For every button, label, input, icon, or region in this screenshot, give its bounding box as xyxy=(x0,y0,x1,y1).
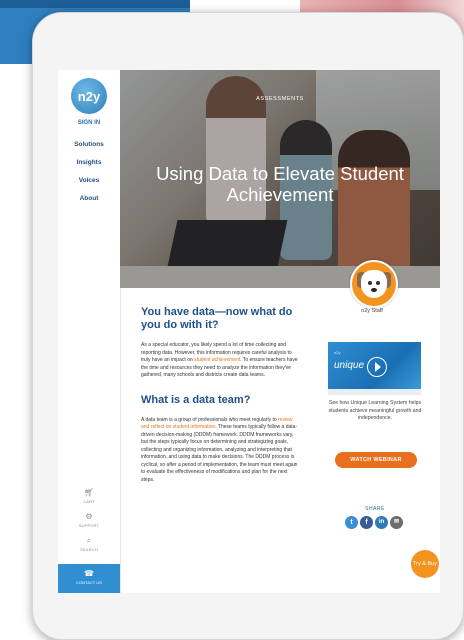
webinar-video-thumbnail[interactable]: n2y unique xyxy=(328,342,421,395)
nav-voices[interactable]: Voices xyxy=(58,177,120,184)
section-heading: You have data—now what do you do with it… xyxy=(141,306,293,331)
avatar-eye xyxy=(368,281,372,285)
try-and-buy-button[interactable]: Try & Buy xyxy=(411,550,439,578)
linkedin-icon[interactable]: in xyxy=(375,516,388,529)
video-strip xyxy=(328,389,421,395)
article-paragraph: As a special educator, you likely spend … xyxy=(141,342,299,380)
search-label: SEARCH xyxy=(80,547,98,552)
headset-icon: ☎︎ xyxy=(84,569,94,578)
tablet-screen: n2y SIGN IN Solutions Insights Voices Ab… xyxy=(58,70,440,593)
cart-icon: 🛒︎ xyxy=(83,488,95,497)
section-heading: What is a data team? xyxy=(141,393,251,406)
cart-button[interactable]: 🛒︎ CART xyxy=(58,488,120,504)
share-label: SHARE xyxy=(365,506,385,512)
article-paragraph: A data team is a group of professionals … xyxy=(141,417,299,485)
contact-us-button[interactable]: ☎︎ CONTACT US xyxy=(58,564,120,593)
play-icon[interactable] xyxy=(367,357,387,377)
page-title: Using Data to Elevate Student Achievemen… xyxy=(156,163,404,205)
twitter-icon[interactable]: t xyxy=(345,516,358,529)
avatar-eye xyxy=(376,281,380,285)
n2y-logo[interactable]: n2y xyxy=(71,78,107,114)
paragraph-text: . These teams typically follow a data-dr… xyxy=(141,424,298,483)
support-button[interactable]: ⚙︎ SUPPORT xyxy=(58,512,120,528)
nav-insights[interactable]: Insights xyxy=(58,159,120,166)
watch-webinar-button[interactable]: WATCH WEBINAR xyxy=(335,452,417,468)
share-icons: t f in ✉︎ xyxy=(345,516,405,530)
video-brand-small: n2y xyxy=(334,350,341,355)
nav-solutions[interactable]: Solutions xyxy=(58,141,120,148)
email-icon[interactable]: ✉︎ xyxy=(390,516,403,529)
hero-image: ASSESSMENTS Using Data to Elevate Studen… xyxy=(120,70,440,288)
contact-us-label: CONTACT US xyxy=(76,580,102,585)
facebook-icon[interactable]: f xyxy=(360,516,373,529)
avatar-nose xyxy=(371,288,377,292)
nav-about[interactable]: About xyxy=(58,195,120,202)
avatar-face xyxy=(361,270,387,298)
hero-category[interactable]: ASSESSMENTS xyxy=(120,96,440,102)
author-avatar xyxy=(350,260,398,308)
paragraph-text: A data team is a group of professionals … xyxy=(141,416,279,423)
background-stripe xyxy=(0,0,190,8)
video-brand: unique xyxy=(334,360,365,371)
promo-caption: See how Unique Learning System helps stu… xyxy=(328,400,422,421)
sign-in-link[interactable]: SIGN IN xyxy=(58,120,120,126)
sidebar: n2y SIGN IN Solutions Insights Voices Ab… xyxy=(58,70,121,593)
search-button[interactable]: ⌕ SEARCH xyxy=(58,536,120,552)
article-body: You have data—now what do you do with it… xyxy=(141,306,299,484)
search-icon: ⌕ xyxy=(86,536,92,545)
support-label: SUPPORT xyxy=(78,523,100,528)
support-icon: ⚙︎ xyxy=(85,512,93,521)
cart-label: CART xyxy=(83,499,95,504)
student-achievement-link[interactable]: student achievement xyxy=(194,357,240,363)
author-name: n2y Staff xyxy=(361,308,383,314)
